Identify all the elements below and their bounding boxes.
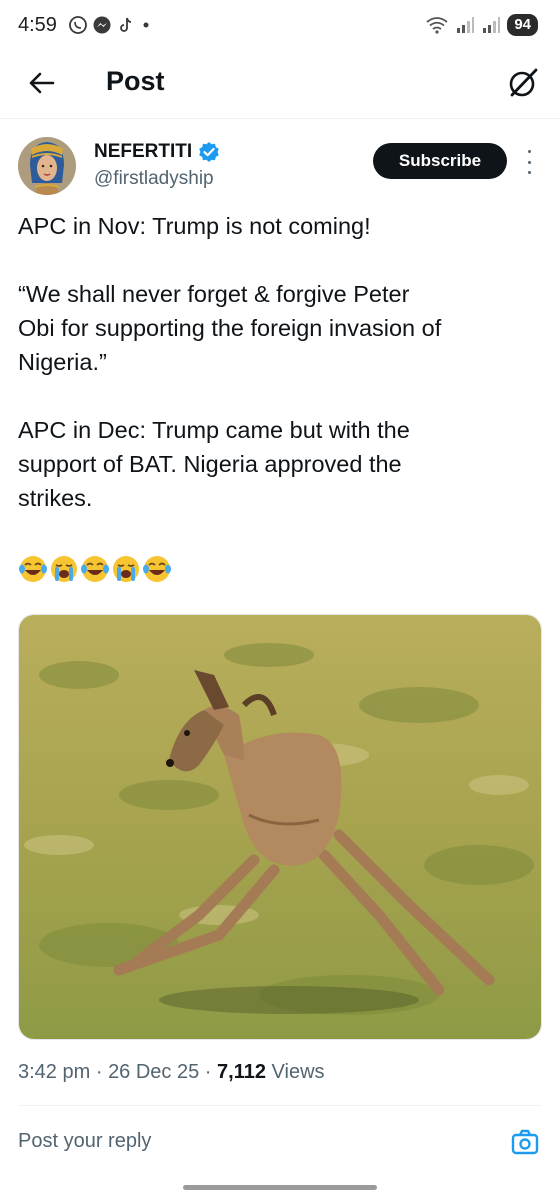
back-button[interactable] [22,64,60,102]
author-handle[interactable]: @firstladyship [94,168,214,190]
status-time: 4:59 [18,14,57,36]
emoji-row [18,554,172,584]
messenger-icon [93,16,111,34]
post-text: APC in Nov: Trump is not coming! “We sha… [18,209,542,515]
post-text-line: APC in Dec: Trump came but with the [18,417,410,443]
camera-button[interactable] [510,1128,540,1156]
subscribe-button[interactable]: Subscribe [373,143,507,179]
verified-badge-icon [199,142,219,162]
arrow-left-icon [29,72,55,94]
loudly-crying-emoji [113,556,139,582]
greyhound-dog-photo [19,615,541,1039]
more-dot [527,171,531,174]
grok-button[interactable] [504,64,542,102]
tiktok-icon [120,17,132,32]
reply-divider [18,1105,542,1106]
post-text-line: APC in Nov: Trump is not coming! [18,213,371,239]
laughing-crying-emoji [19,556,47,582]
more-dot [527,150,531,153]
page-title: Post [106,66,165,96]
views-label: Views [271,1061,325,1083]
home-indicator[interactable] [183,1185,377,1190]
dot-icon [143,22,149,28]
more-options-button[interactable] [522,150,536,174]
views-count[interactable]: 7,112 [217,1061,266,1083]
battery-icon: 94 [507,14,538,36]
signal-icon [483,17,501,33]
post-text-line: support of BAT. Nigeria approved the [18,451,402,477]
notification-icons [68,15,152,35]
header-divider [0,118,560,119]
author-name: NEFERTITI [94,141,193,162]
avatar-image [18,137,76,195]
meta-separator: · [95,1061,103,1083]
laughing-crying-emoji [143,556,171,582]
post-text-line: “We shall never forget & forgive Peter [18,281,410,307]
post-media[interactable] [18,614,542,1040]
system-icons: 94 [425,14,538,36]
reply-input[interactable]: Post your reply [18,1130,488,1153]
post-text-line: Obi for supporting the foreign invasion … [18,315,442,341]
post-time: 3:42 pm [18,1061,91,1083]
loudly-crying-emoji [51,556,77,582]
meta-separator: · [204,1061,212,1083]
wifi-icon [426,17,448,34]
laughing-crying-emoji [81,556,109,582]
signal-icon [457,17,475,33]
author-name-row[interactable]: NEFERTITI [94,141,220,163]
whatsapp-icon [69,16,87,34]
post-text-line: Nigeria.” [18,349,107,375]
grok-icon [509,68,538,97]
top-app-bar: Post [0,52,560,114]
post-text-line: strikes. [18,485,93,511]
status-bar: 4:59 94 [0,0,560,52]
post-meta: 3:42 pm · 26 Dec 25 · 7,112 Views [18,1061,325,1084]
camera-icon [511,1129,539,1155]
more-dot [527,160,531,164]
avatar[interactable] [18,137,76,195]
post-date: 26 Dec 25 [108,1061,200,1083]
